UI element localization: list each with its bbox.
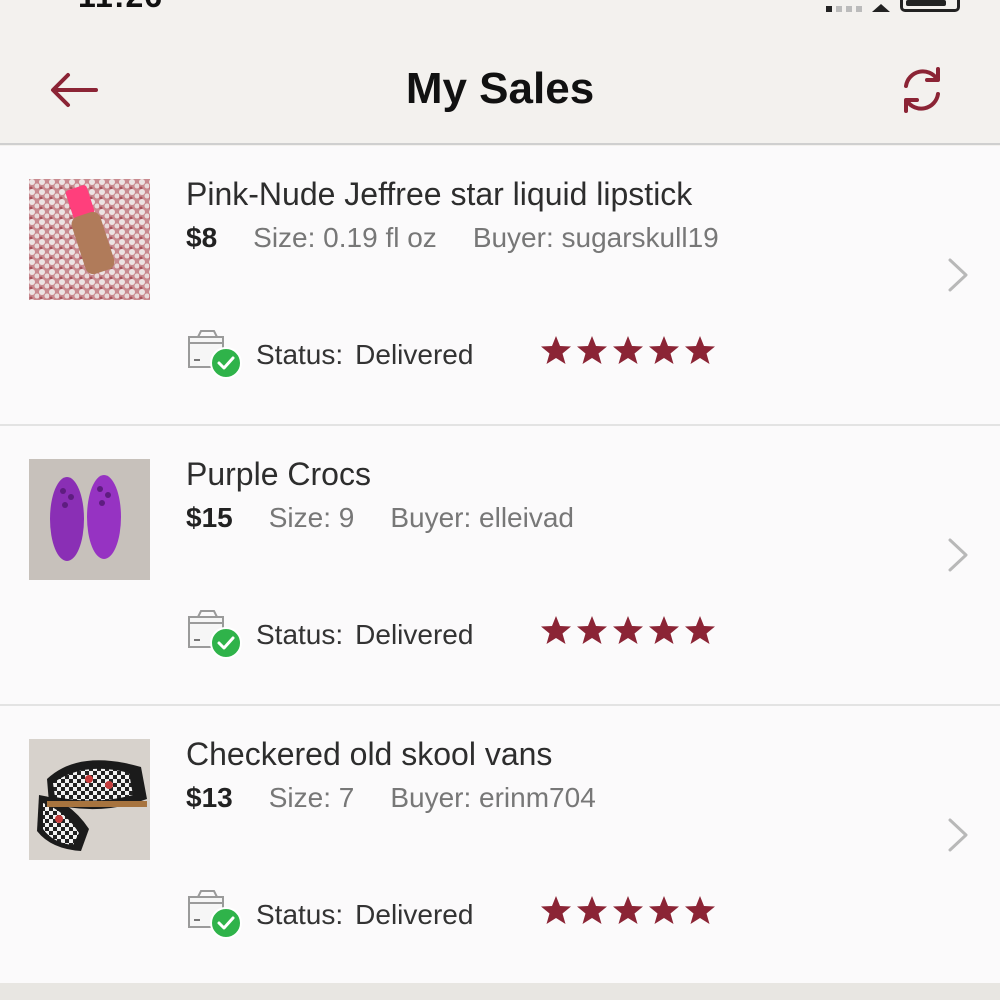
package-delivered-icon — [188, 890, 242, 939]
item-meta: $15 Size: 9 Buyer: elleivad — [186, 502, 574, 534]
star-icon — [613, 616, 643, 644]
status-indicators — [826, 0, 960, 12]
wifi-icon — [872, 0, 890, 12]
status-line: Status: Delivered — [186, 330, 473, 380]
star-icon — [685, 896, 715, 924]
item-title: Pink-Nude Jeffree star liquid lipstick — [186, 176, 693, 212]
status-time: 11:26 — [78, 0, 163, 12]
item-thumbnail — [29, 459, 150, 580]
star-icon — [577, 336, 607, 364]
sale-row[interactable]: Checkered old skool vans $13 Size: 7 Buy… — [0, 706, 1000, 986]
status-label: Status: — [256, 619, 344, 650]
nav-bar: My Sales — [0, 12, 1000, 145]
status-value: Delivered — [355, 899, 474, 930]
item-buyer: Buyer: erinm704 — [390, 782, 596, 813]
page-title: My Sales — [405, 64, 595, 113]
status-line: Status: Delivered — [186, 890, 473, 940]
star-icon — [613, 896, 643, 924]
star-icon — [649, 896, 679, 924]
item-size: Size: 9 — [268, 502, 355, 533]
sales-list: Pink-Nude Jeffree star liquid lipstick $… — [0, 146, 1000, 986]
star-icon — [577, 616, 607, 644]
refresh-button[interactable] — [896, 64, 948, 116]
item-title: Purple Crocs — [186, 456, 371, 492]
item-meta: $13 Size: 7 Buyer: erinm704 — [186, 782, 596, 814]
star-icon — [541, 336, 571, 364]
status-label: Status: — [256, 339, 344, 370]
star-icon — [541, 616, 571, 644]
item-meta: $8 Size: 0.19 fl oz Buyer: sugarskull19 — [186, 222, 719, 254]
status-value: Delivered — [355, 339, 474, 370]
item-title: Checkered old skool vans — [186, 736, 553, 772]
item-price: $8 — [186, 222, 218, 253]
item-buyer: Buyer: elleivad — [390, 502, 574, 533]
battery-icon — [900, 0, 960, 12]
item-thumbnail — [29, 739, 150, 860]
item-buyer: Buyer: sugarskull19 — [472, 222, 719, 253]
sale-row[interactable]: Purple Crocs $15 Size: 9 Buyer: elleivad… — [0, 426, 1000, 706]
star-icon — [685, 336, 715, 364]
rating-stars — [540, 334, 716, 366]
item-price: $15 — [186, 502, 233, 533]
status-value: Delivered — [355, 619, 474, 650]
star-icon — [541, 896, 571, 924]
item-thumbnail — [29, 179, 150, 300]
package-delivered-icon — [188, 610, 242, 659]
item-size: Size: 0.19 fl oz — [253, 222, 437, 253]
star-icon — [577, 896, 607, 924]
status-line: Status: Delivered — [186, 610, 473, 660]
rating-stars — [540, 614, 716, 646]
package-delivered-icon — [188, 330, 242, 379]
star-icon — [649, 616, 679, 644]
star-icon — [685, 616, 715, 644]
chevron-right-icon — [948, 818, 968, 852]
chevron-right-icon — [948, 258, 968, 292]
item-price: $13 — [186, 782, 233, 813]
list-footer — [0, 983, 1000, 1000]
refresh-icon — [904, 67, 940, 113]
star-icon — [613, 336, 643, 364]
item-size: Size: 7 — [268, 782, 355, 813]
status-bar: 11:26 — [0, 0, 1000, 12]
sale-row[interactable]: Pink-Nude Jeffree star liquid lipstick $… — [0, 146, 1000, 426]
rating-stars — [540, 894, 716, 926]
chevron-right-icon — [948, 538, 968, 572]
status-label: Status: — [256, 899, 344, 930]
star-icon — [649, 336, 679, 364]
